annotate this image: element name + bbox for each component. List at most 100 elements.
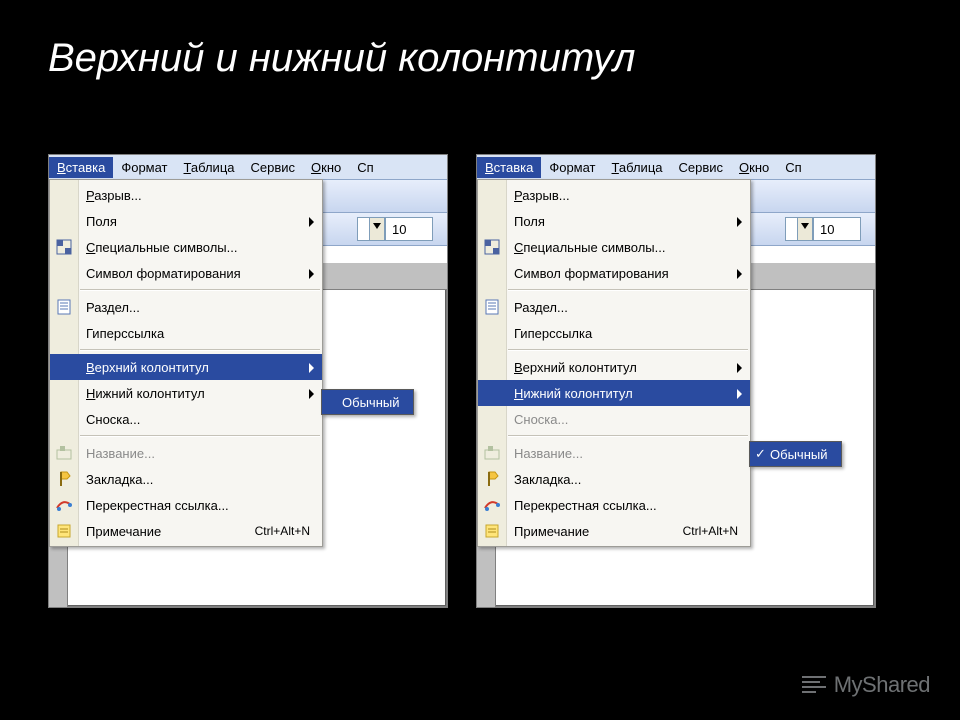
- menu-item[interactable]: Примечание Ctrl+Alt+N: [478, 518, 750, 544]
- submenu-arrow-icon: [309, 217, 314, 227]
- submenu-arrow-icon: [737, 389, 742, 399]
- menu-item-label: Сноска...: [514, 412, 568, 427]
- menu-item[interactable]: Специальные символы...: [478, 234, 750, 260]
- menu-item[interactable]: Разрыв...: [478, 182, 750, 208]
- submenu-item-default[interactable]: Обычный: [322, 390, 413, 414]
- menu-item[interactable]: Разрыв...: [50, 182, 322, 208]
- submenu-arrow-icon: [737, 363, 742, 373]
- menu-item-label: Примечание: [86, 524, 161, 539]
- menu-item-label: Нижний колонтитул: [514, 386, 633, 401]
- menu-item[interactable]: Символ форматирования: [50, 260, 322, 286]
- menu-item-label: Раздел...: [514, 300, 568, 315]
- menu-item[interactable]: Поля: [50, 208, 322, 234]
- menu-item-label: Закладка...: [86, 472, 153, 487]
- menubar-item[interactable]: Сервис: [671, 157, 732, 178]
- menu-item[interactable]: Нижний колонтитул: [478, 380, 750, 406]
- menu-item[interactable]: Верхний колонтитул: [478, 354, 750, 380]
- menu-item-label: Символ форматирования: [86, 266, 241, 281]
- menubar-item[interactable]: Окно: [303, 157, 349, 178]
- bookmark-icon: [56, 471, 72, 487]
- menu-item[interactable]: Поля: [478, 208, 750, 234]
- submenu-arrow-icon: [737, 217, 742, 227]
- menu-item-label: Перекрестная ссылка...: [86, 498, 229, 513]
- menubar-item[interactable]: Сп: [349, 157, 381, 178]
- fontsize-field[interactable]: 10: [813, 217, 861, 241]
- menubar-item[interactable]: Формат: [113, 157, 175, 178]
- submenu-arrow-icon: [737, 269, 742, 279]
- menubar-item[interactable]: Вставка: [49, 157, 113, 178]
- mnemonic: В: [514, 360, 523, 375]
- bookmark-icon: [484, 471, 500, 487]
- menu-item[interactable]: Раздел...: [478, 294, 750, 320]
- menu-item: Сноска...: [478, 406, 750, 432]
- menu-item-label: Символ форматирования: [514, 266, 669, 281]
- menu-separator: [80, 289, 320, 291]
- menu-item-label: Разрыв...: [86, 188, 142, 203]
- menu-item-label: Разрыв...: [514, 188, 570, 203]
- menubar-item[interactable]: Сп: [777, 157, 809, 178]
- fontsize-field[interactable]: 10: [385, 217, 433, 241]
- menu-separator: [80, 435, 320, 437]
- submenu-arrow-icon: [309, 363, 314, 373]
- submenu-item-default[interactable]: ✓ Обычный: [750, 442, 841, 466]
- special-icon: [56, 239, 72, 255]
- menubar-item[interactable]: Вставка: [477, 157, 541, 178]
- menu-item[interactable]: Верхний колонтитул: [50, 354, 322, 380]
- menu-item[interactable]: Перекрестная ссылка...: [50, 492, 322, 518]
- menu-item-label: Специальные символы...: [86, 240, 238, 255]
- menu-item: Название...: [478, 440, 750, 466]
- mnemonic: С: [86, 240, 95, 255]
- submenu-item-label: Обычный: [770, 447, 827, 462]
- screenshot-pane: ВставкаФорматТаблицаСервисОкноСп 10 2 · …: [48, 154, 448, 608]
- submenu-flyout: Обычный: [321, 389, 414, 415]
- menubar-item[interactable]: Сервис: [243, 157, 304, 178]
- shortcut-label: Ctrl+Alt+N: [683, 524, 738, 538]
- menu-item-label: Примечание: [514, 524, 589, 539]
- menu-item[interactable]: Сноска...: [50, 406, 322, 432]
- mnemonic: Н: [514, 386, 523, 401]
- menubar-item[interactable]: Формат: [541, 157, 603, 178]
- menubar: ВставкаФорматТаблицаСервисОкноСп: [477, 155, 875, 180]
- menu-item-label: Сноска...: [86, 412, 140, 427]
- menubar: ВставкаФорматТаблицаСервисОкноСп: [49, 155, 447, 180]
- menu-item-label: Закладка...: [514, 472, 581, 487]
- fontname-combo[interactable]: [357, 217, 385, 241]
- submenu-item-label: Обычный: [342, 395, 399, 410]
- submenu-flyout: ✓ Обычный: [749, 441, 842, 467]
- watermark-icon: [802, 676, 826, 694]
- menu-separator: [508, 349, 748, 351]
- menu-item[interactable]: Раздел...: [50, 294, 322, 320]
- menu-item-label: Поля: [86, 214, 117, 229]
- menu-item-label: Название...: [86, 446, 155, 461]
- menu-item[interactable]: Гиперссылка: [478, 320, 750, 346]
- xref-icon: [484, 497, 500, 513]
- menu-separator: [508, 289, 748, 291]
- menu-item-label: Верхний колонтитул: [514, 360, 637, 375]
- mnemonic: В: [86, 360, 95, 375]
- slide-title: Верхний и нижний колонтитул: [0, 0, 960, 85]
- note-icon: [484, 523, 500, 539]
- menu-item[interactable]: Гиперссылка: [50, 320, 322, 346]
- menu-item[interactable]: Специальные символы...: [50, 234, 322, 260]
- menu-item[interactable]: Нижний колонтитул: [50, 380, 322, 406]
- menu-item[interactable]: Перекрестная ссылка...: [478, 492, 750, 518]
- watermark: MyShared: [802, 672, 930, 698]
- menubar-item[interactable]: Таблица: [604, 157, 671, 178]
- menu-item[interactable]: Примечание Ctrl+Alt+N: [50, 518, 322, 544]
- menubar-item[interactable]: Окно: [731, 157, 777, 178]
- caption-icon: [56, 445, 72, 461]
- mnemonic: С: [514, 240, 523, 255]
- menu-item[interactable]: Символ форматирования: [478, 260, 750, 286]
- insert-dropdown: Разрыв... Поля Специальные символы... Си…: [477, 179, 751, 547]
- menu-item[interactable]: Закладка...: [50, 466, 322, 492]
- section-icon: [56, 299, 72, 315]
- mnemonic: Р: [86, 188, 94, 203]
- menu-item[interactable]: Закладка...: [478, 466, 750, 492]
- note-icon: [56, 523, 72, 539]
- fontname-combo[interactable]: [785, 217, 813, 241]
- insert-dropdown: Разрыв... Поля Специальные символы... Си…: [49, 179, 323, 547]
- menu-separator: [80, 349, 320, 351]
- xref-icon: [56, 497, 72, 513]
- mnemonic: Р: [514, 188, 522, 203]
- menubar-item[interactable]: Таблица: [176, 157, 243, 178]
